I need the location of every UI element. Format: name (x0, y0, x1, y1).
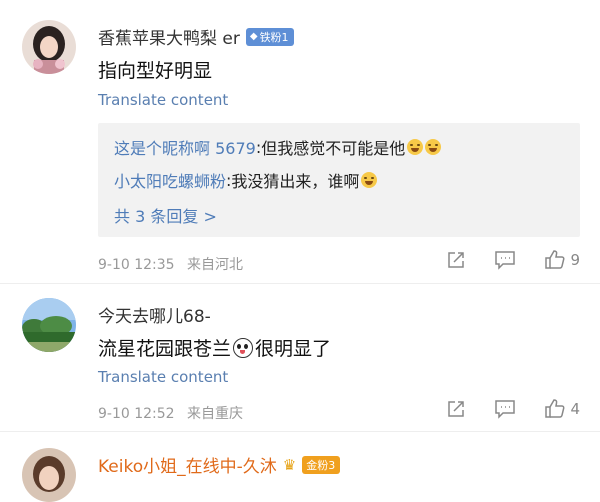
reply-author[interactable]: 小太阳吃螺蛳粉 (114, 168, 226, 192)
panda-emoji (233, 337, 254, 358)
share-icon[interactable] (446, 399, 466, 419)
fan-badge: ◆ 铁粉1 (245, 27, 294, 46)
comment-author[interactable]: Keiko小姐_在线中-久沐 ♛ 金粉3 (98, 452, 341, 477)
more-replies-link[interactable]: 共 3 条回复 > (114, 203, 217, 227)
comment-meta: 9-10 12:35 来自河北 (98, 254, 243, 274)
avatar[interactable] (22, 448, 76, 502)
like-count: 4 (570, 400, 580, 418)
reply-author[interactable]: 这是个昵称啊 5679 (114, 135, 256, 159)
comment-text: 流星花园跟苍兰 很明显了 (98, 337, 332, 360)
like-button[interactable]: 4 (544, 399, 580, 419)
timestamp: 9-10 12:35 (98, 257, 175, 273)
comment-icon[interactable] (494, 250, 516, 270)
share-icon[interactable] (446, 250, 466, 270)
comment-icon[interactable] (494, 399, 516, 419)
divider (0, 431, 600, 432)
comment-actions: 9 (446, 250, 580, 270)
crown-icon: ♛ (282, 455, 297, 474)
avatar[interactable] (22, 298, 76, 352)
fan-badge: 金粉3 (302, 455, 341, 474)
like-icon (545, 399, 565, 418)
translate-link[interactable]: Translate content (98, 91, 228, 109)
reply-text: 我没猜出来，谁啊 (231, 172, 360, 191)
laugh-emoji (407, 139, 424, 155)
avatar[interactable] (22, 20, 76, 74)
translate-link[interactable]: Translate content (98, 368, 228, 386)
timestamp: 9-10 12:52 (98, 406, 175, 422)
reply-item[interactable]: 这是个昵称啊 5679 : 但我感觉不可能是他 (114, 135, 442, 159)
like-button[interactable]: 9 (544, 250, 580, 270)
reply-text: 但我感觉不可能是他 (261, 139, 406, 158)
like-count: 9 (570, 251, 580, 269)
comment-author[interactable]: 今天去哪儿68- (98, 302, 211, 327)
comment-meta: 9-10 12:52 来自重庆 (98, 403, 243, 423)
location: 来自河北 (187, 257, 244, 273)
comment-text: 指向型好明显 (98, 60, 213, 82)
laugh-emoji (425, 139, 442, 155)
diamond-icon: ◆ (249, 31, 258, 42)
like-icon (545, 250, 565, 269)
replies-box: 这是个昵称啊 5679 : 但我感觉不可能是他 小太阳吃螺蛳粉 : 我没猜出来，… (98, 123, 580, 237)
location: 来自重庆 (187, 406, 244, 422)
comment-author[interactable]: 香蕉苹果大鸭梨 er ◆ 铁粉1 (98, 24, 294, 49)
laugh-emoji (361, 172, 378, 188)
comment-actions: 4 (446, 399, 580, 419)
reply-item[interactable]: 小太阳吃螺蛳粉 : 我没猜出来，谁啊 (114, 168, 378, 192)
divider (0, 283, 600, 284)
